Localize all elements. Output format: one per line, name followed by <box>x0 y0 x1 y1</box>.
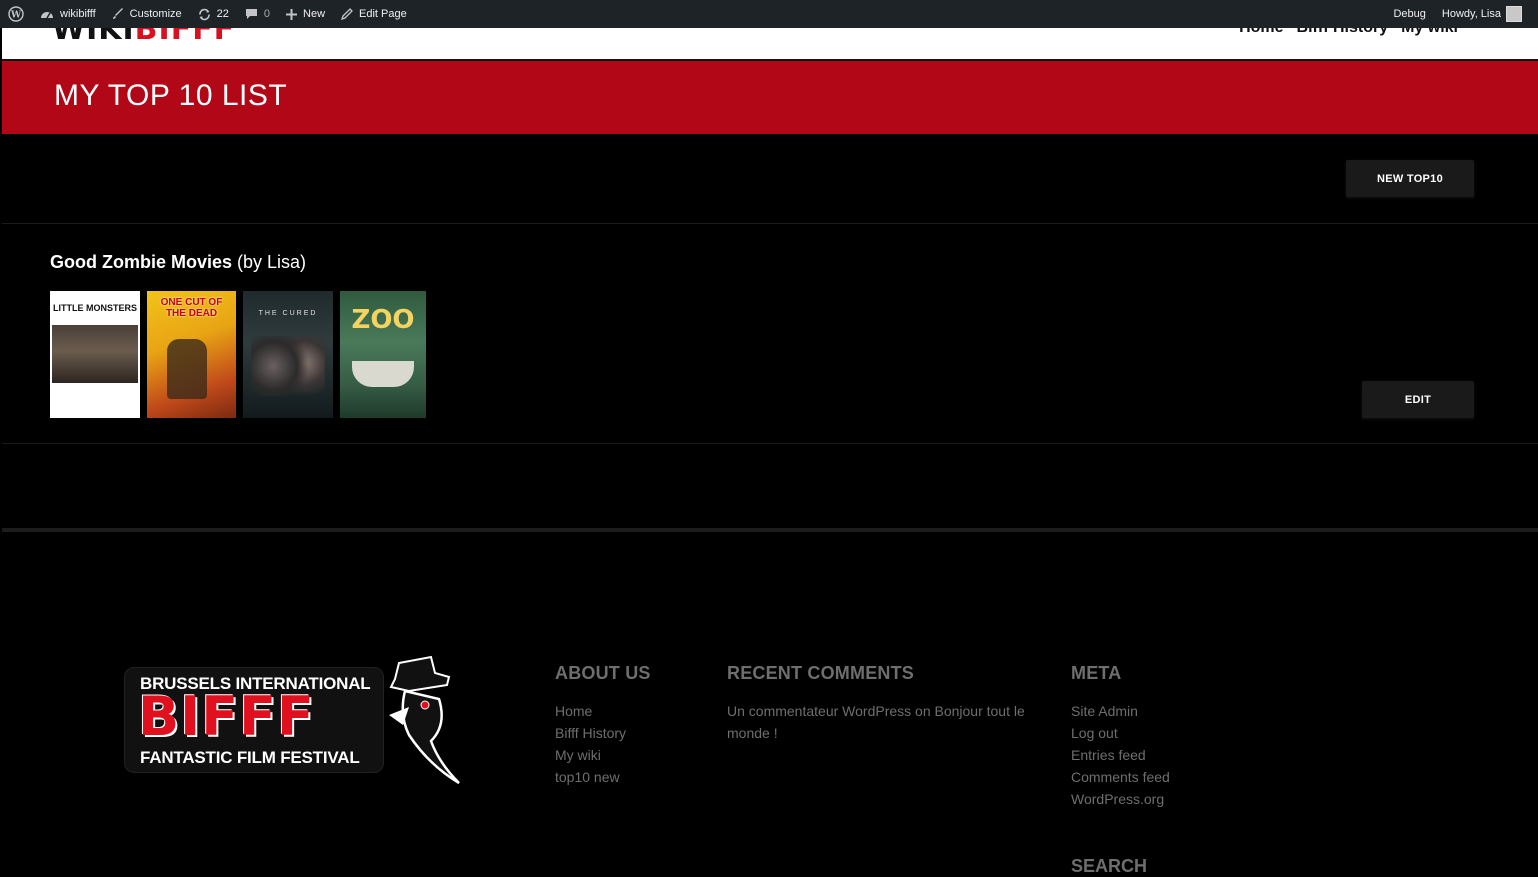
logo-bifff-text: BIFFF <box>134 28 236 47</box>
howdy-label: Howdy, Lisa <box>1441 8 1501 20</box>
footer-link-my-wiki[interactable]: My wiki <box>555 744 651 766</box>
meta-link-entries-feed[interactable]: Entries feed <box>1071 744 1170 766</box>
meta-link-site-admin[interactable]: Site Admin <box>1071 700 1170 722</box>
nav-bifff-history[interactable]: Bifff History <box>1297 28 1389 37</box>
logo-bottom-text: FANTASTIC FILM FESTIVAL <box>140 748 360 767</box>
meta-link-comments-feed[interactable]: Comments feed <box>1071 766 1170 788</box>
poster-image <box>167 339 207 399</box>
pencil-icon <box>341 8 353 20</box>
page-title: MY TOP 10 LIST <box>54 79 288 112</box>
list-title: Good Zombie Movies (by Lisa) <box>50 252 306 273</box>
meta-link-wordpress-org[interactable]: WordPress.org <box>1071 788 1170 810</box>
search-heading: SEARCH <box>1071 856 1148 876</box>
footer-link-top10-new[interactable]: top10 new <box>555 766 651 788</box>
logo-wiki-text: WIKI <box>52 28 135 47</box>
new-content-menu[interactable]: New <box>278 0 333 28</box>
comment-bubble-icon <box>245 9 257 19</box>
customize-label: Customize <box>129 8 182 20</box>
account-menu[interactable]: Howdy, Lisa <box>1434 0 1538 28</box>
poster-one-cut-of-the-dead[interactable]: ONE CUT OF THE DEAD <box>147 291 236 418</box>
poster-image <box>352 361 414 387</box>
footer-about-widget: ABOUT US Home Bifff History My wiki top1… <box>555 663 651 788</box>
poster-little-monsters[interactable]: LITTLE MONSTERS <box>50 291 140 418</box>
wordpress-logo-button[interactable]: W <box>0 0 32 28</box>
meta-link-log-out[interactable]: Log out <box>1071 722 1170 744</box>
brush-icon <box>112 8 123 19</box>
main-navigation: Home Bifff History My wiki <box>1239 28 1458 37</box>
nav-home[interactable]: Home <box>1239 28 1283 37</box>
divider <box>2 443 1538 444</box>
site-name-label: wikibifff <box>60 8 96 20</box>
debug-label: Debug <box>1393 8 1426 20</box>
site-logo[interactable]: WIKIBIFFF <box>52 28 235 47</box>
about-heading: ABOUT US <box>555 663 651 683</box>
avatar <box>1506 6 1522 22</box>
bifff-festival-logo: BRUSSELS INTERNATIONAL BIFFF FANTASTIC F… <box>124 655 474 790</box>
poster-title: THE CURED <box>258 310 318 317</box>
poster-image <box>251 336 325 396</box>
plus-icon <box>286 8 298 20</box>
list-name[interactable]: Good Zombie Movies <box>50 252 232 272</box>
plague-doctor-mascot-icon <box>389 655 460 785</box>
footer-link-home[interactable]: Home <box>555 700 651 722</box>
new-label: New <box>303 8 326 20</box>
poster-title: ZOO <box>351 305 415 335</box>
meta-heading: META <box>1071 663 1122 683</box>
edit-button[interactable]: EDIT <box>1362 381 1474 418</box>
recent-comment-item[interactable]: Un commentateur WordPress on Bonjour tou… <box>727 700 1027 744</box>
footer-meta-widget: META Site Admin Log out Entries feed Com… <box>1071 663 1170 810</box>
site-name-menu[interactable]: wikibifff <box>32 0 104 28</box>
footer-link-bifff-history[interactable]: Bifff History <box>555 722 651 744</box>
list-author: (by Lisa) <box>237 252 307 272</box>
comments-count: 0 <box>263 8 271 20</box>
nav-my-wiki[interactable]: My wiki <box>1401 28 1458 37</box>
poster-title: ONE CUT OF THE DEAD <box>160 297 223 319</box>
edit-page-label: Edit Page <box>359 8 407 20</box>
site-header: WIKIBIFFF Home Bifff History My wiki <box>2 28 1538 61</box>
wordpress-icon: W <box>8 6 24 22</box>
updates-link[interactable]: 22 <box>190 0 237 28</box>
debug-link[interactable]: Debug <box>1385 0 1433 28</box>
footer-recent-comments-widget: RECENT COMMENTS Un commentateur WordPres… <box>727 663 1027 744</box>
divider <box>2 223 1538 224</box>
new-top10-button[interactable]: NEW TOP10 <box>1346 160 1474 197</box>
poster-image <box>52 325 138 383</box>
dashboard-icon <box>41 12 53 19</box>
comments-link[interactable]: 0 <box>237 0 278 28</box>
page-title-band: MY TOP 10 LIST <box>2 61 1538 134</box>
footer-divider <box>2 528 1538 532</box>
poster-title: LITTLE MONSTERS <box>53 303 137 313</box>
edit-page-link[interactable]: Edit Page <box>333 0 415 28</box>
customize-link[interactable]: Customize <box>104 0 190 28</box>
logo-mid-text: BIFFF <box>138 685 315 748</box>
updates-count: 22 <box>216 8 229 20</box>
refresh-icon <box>198 8 210 20</box>
recent-comments-heading: RECENT COMMENTS <box>727 663 914 683</box>
wp-admin-bar: W wikibifff Customize 22 0 New Edit Page… <box>0 0 1538 28</box>
poster-the-cured[interactable]: THE CURED <box>243 291 333 418</box>
svg-text:W: W <box>10 11 22 21</box>
poster-zoo[interactable]: ZOO <box>340 291 426 418</box>
